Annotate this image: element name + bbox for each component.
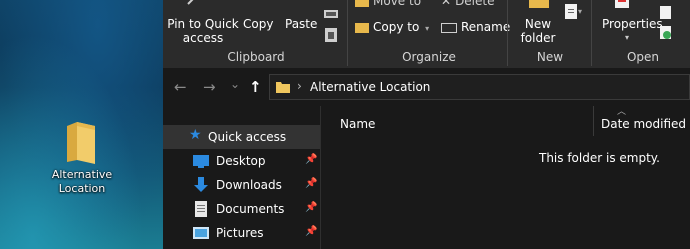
- properties-label: Properties: [602, 17, 663, 31]
- properties-dropdown-icon[interactable]: ▾: [625, 31, 629, 45]
- delete-button[interactable]: ✕ Delete: [441, 0, 495, 8]
- copy-to-icon: [355, 22, 369, 33]
- ribbon-separator: [507, 0, 508, 66]
- column-header-name[interactable]: Name: [340, 117, 375, 131]
- paste-label: Paste: [285, 17, 318, 31]
- pin-icon[interactable]: 📌: [305, 154, 317, 165]
- properties-icon: [615, 0, 631, 11]
- sidebar-item-quick-access[interactable]: ★ Quick access: [163, 125, 320, 149]
- forward-button[interactable]: →: [203, 78, 216, 96]
- desktop-icon-label-line1: Alternative: [51, 168, 113, 181]
- pin-icon[interactable]: 📌: [305, 178, 317, 189]
- desktop-icon: [193, 153, 209, 169]
- sidebar-item-label: Desktop: [216, 154, 266, 168]
- new-folder-label-1: New: [524, 17, 552, 31]
- file-list: ︿ Name Date modified This folder is empt…: [321, 106, 690, 249]
- copy-to-button[interactable]: Copy to ▾: [355, 20, 429, 36]
- breadcrumb-current[interactable]: Alternative Location: [310, 80, 430, 94]
- properties-button[interactable]: Properties: [602, 17, 663, 31]
- sidebar-item-label: Quick access: [208, 130, 287, 144]
- pin-to-quick-access-label-2: access: [182, 31, 224, 45]
- copy-to-dropdown-icon: ▾: [425, 24, 430, 33]
- recent-locations-button[interactable]: ⌄: [230, 77, 240, 91]
- pin-to-quick-access-label-1: Pin to Quick: [167, 17, 239, 31]
- edit-icon[interactable]: [660, 26, 674, 43]
- column-separator[interactable]: [593, 106, 594, 136]
- rename-button[interactable]: Rename: [441, 20, 510, 34]
- move-to-button[interactable]: Move to: [355, 0, 421, 8]
- sidebar-item-label: Pictures: [216, 226, 264, 240]
- move-to-label: Move to: [373, 0, 422, 8]
- address-field[interactable]: › Alternative Location: [269, 74, 690, 100]
- empty-folder-message: This folder is empty.: [539, 151, 660, 165]
- copy-button[interactable]: Copy: [243, 17, 273, 31]
- up-button[interactable]: ↑: [249, 78, 262, 96]
- desktop-folder-alternative-location[interactable]: Alternative Location: [42, 120, 122, 196]
- copy-to-label: Copy to: [373, 20, 420, 34]
- sidebar-item-documents[interactable]: Documents 📌: [163, 197, 320, 221]
- file-explorer-window: Pin to Quick access Copy Paste Clipboard…: [163, 0, 690, 249]
- sidebar-item-pictures[interactable]: Pictures 📌: [163, 221, 320, 245]
- download-icon: [193, 177, 209, 193]
- desktop-icon-label-line2: Location: [58, 182, 106, 195]
- folder-icon: [276, 80, 290, 94]
- copy-label: Copy: [243, 17, 274, 31]
- delete-icon: ✕: [441, 0, 452, 8]
- new-folder-label-2: folder: [520, 31, 556, 45]
- desktop-icon-label: Alternative Location: [42, 168, 122, 196]
- pin-icon[interactable]: 📌: [305, 226, 317, 237]
- new-item-icon[interactable]: ▾: [565, 4, 583, 23]
- pictures-icon: [193, 225, 209, 241]
- sidebar-item-desktop[interactable]: Desktop 📌: [163, 149, 320, 173]
- star-icon: ★: [189, 127, 202, 143]
- organize-group-label: Organize: [402, 50, 456, 64]
- desktop-background: Alternative Location: [0, 0, 163, 249]
- delete-label: Delete: [455, 0, 495, 8]
- clipboard-group-label: Clipboard: [227, 50, 285, 64]
- new-folder-icon: [529, 0, 549, 11]
- folder-icon: [65, 120, 99, 164]
- sidebar-item-label: Downloads: [216, 178, 282, 192]
- ribbon-separator: [591, 0, 592, 66]
- open-group-label: Open: [626, 50, 660, 64]
- new-group-label: New: [536, 50, 564, 64]
- paste-shortcut-icon[interactable]: [325, 28, 337, 45]
- column-header-date-modified[interactable]: Date modified: [601, 117, 686, 131]
- ribbon: Pin to Quick access Copy Paste Clipboard…: [163, 0, 690, 69]
- new-folder-button[interactable]: New folder: [515, 17, 561, 45]
- svg-text:▾: ▾: [578, 7, 582, 16]
- pin-to-quick-access-button[interactable]: Pin to Quick access: [165, 17, 241, 45]
- sort-indicator-icon: ︿: [617, 107, 627, 117]
- cut-icon[interactable]: [324, 8, 338, 22]
- rename-icon: [441, 22, 457, 33]
- move-to-icon: [355, 0, 369, 7]
- breadcrumb-separator: ›: [297, 79, 302, 93]
- sidebar-item-label: Documents: [216, 202, 285, 216]
- back-button[interactable]: ←: [174, 78, 187, 96]
- document-icon: [193, 201, 209, 217]
- navigation-pane: ★ Quick access Desktop 📌 Downloads 📌 Doc…: [163, 106, 320, 249]
- open-icon[interactable]: [660, 6, 674, 23]
- pin-icon: [185, 0, 203, 9]
- ribbon-separator: [347, 0, 348, 66]
- paste-button[interactable]: Paste: [285, 17, 317, 31]
- rename-label: Rename: [461, 20, 511, 34]
- navigation-bar: ← → ⌄ ↑ › Alternative Location: [163, 68, 690, 106]
- sidebar-item-downloads[interactable]: Downloads 📌: [163, 173, 320, 197]
- pin-icon[interactable]: 📌: [305, 202, 317, 213]
